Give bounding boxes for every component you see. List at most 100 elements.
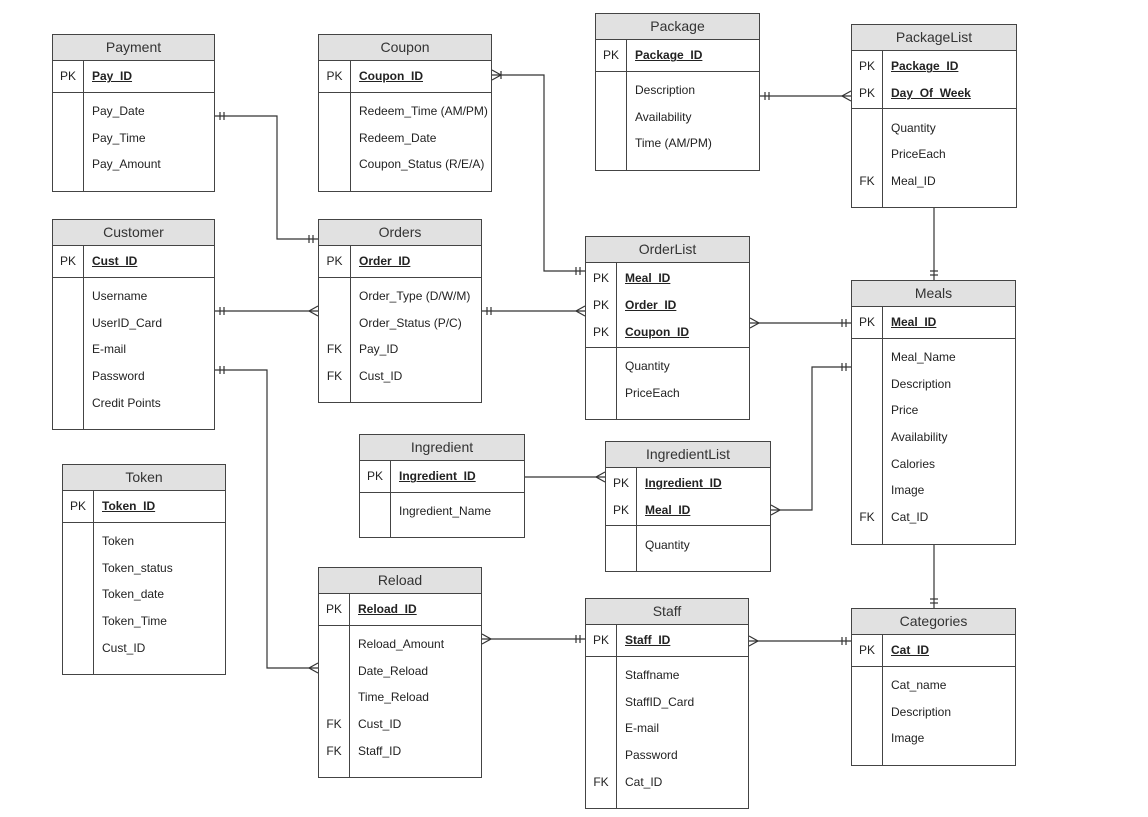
field-name: Meal_ID (891, 174, 936, 189)
attribute-row[interactable]: PriceEach (586, 380, 749, 407)
key-section: PK Pay_ID (53, 61, 214, 93)
attribute-row[interactable]: Token_status (63, 554, 225, 581)
key-row[interactable]: PK Order_ID (319, 248, 481, 275)
entity-categories[interactable]: Categories PK Cat_ID Cat_name Description Ima… (851, 608, 1016, 766)
attribute-row[interactable]: Credit Points (53, 389, 214, 416)
key-row[interactable]: PK Coupon_ID (586, 318, 749, 345)
attribute-row[interactable]: Reload_Amount (319, 631, 481, 658)
key-type-label: PK (602, 48, 619, 63)
attribute-row[interactable]: PriceEach (852, 141, 1016, 168)
attribute-row[interactable]: Pay_Amount (53, 151, 214, 178)
key-row[interactable]: PK Meal_ID (606, 497, 770, 524)
key-row[interactable]: PK Day_Of_Week (852, 80, 1016, 107)
attribute-row[interactable]: FK Pay_ID (319, 336, 481, 363)
rel-ingredientlist-meals (771, 366, 851, 511)
key-row[interactable]: PK Cust_ID (53, 248, 214, 275)
attribute-row[interactable]: Coupon_Status (R/E/A) (319, 151, 491, 178)
entity-meals[interactable]: Meals PK Meal_ID Meal_Name Description Price A… (851, 280, 1016, 545)
field-name: Price (891, 403, 919, 418)
attribute-row[interactable]: UserID_Card (53, 309, 214, 336)
attribute-row[interactable]: Quantity (606, 531, 770, 558)
attribute-row[interactable]: Description (852, 370, 1015, 397)
entity-package[interactable]: Package PK Package_ID Description Availabili… (595, 13, 760, 171)
column-divider (390, 461, 391, 492)
field-name: Order_ID (359, 254, 411, 269)
attribute-row[interactable]: Order_Type (D/W/M) (319, 283, 481, 310)
attribute-row[interactable]: Time_Reload (319, 684, 481, 711)
attribute-row[interactable]: Time (AM/PM) (596, 130, 759, 157)
attribute-row[interactable]: Availability (596, 103, 759, 130)
field-name: Meal_ID (891, 315, 937, 330)
field-name: E-mail (92, 342, 127, 357)
key-row[interactable]: PK Package_ID (852, 53, 1016, 80)
attribute-row[interactable]: Availability (852, 424, 1015, 451)
attribute-row[interactable]: FK Cust_ID (319, 363, 481, 390)
attribute-row[interactable]: E-mail (586, 715, 748, 742)
key-row[interactable]: PK Cat_ID (852, 637, 1015, 664)
entity-title: Meals (852, 281, 1015, 307)
entity-orderlist[interactable]: OrderList PK Meal_ID PK Order_ID PK Coupon_ID Q… (585, 236, 750, 421)
entity-coupon[interactable]: Coupon PK Coupon_ID Redeem_Time (AM/PM) Rede… (318, 34, 492, 192)
attribute-row[interactable]: Pay_Date (53, 98, 214, 125)
attribute-row[interactable]: Price (852, 397, 1015, 424)
attribute-row[interactable]: Password (53, 363, 214, 390)
attribute-row[interactable]: Image (852, 725, 1015, 752)
attribute-row[interactable]: Description (596, 77, 759, 104)
attribute-row[interactable]: Cat_name (852, 672, 1015, 699)
column-divider (616, 656, 617, 809)
attribute-row[interactable]: Image (852, 477, 1015, 504)
crows-foot-many-marker (481, 633, 493, 645)
attribute-row[interactable]: FK Cat_ID (586, 768, 748, 795)
attribute-row[interactable]: Calories (852, 450, 1015, 477)
key-type-label: FK (326, 342, 343, 357)
key-row[interactable]: PK Pay_ID (53, 63, 214, 90)
attribute-row[interactable]: Token_Time (63, 608, 225, 635)
attribute-row[interactable]: Pay_Time (53, 124, 214, 151)
attribute-row[interactable]: StaffID_Card (586, 688, 748, 715)
attribute-row[interactable]: Username (53, 283, 214, 310)
attribute-row[interactable]: Quantity (586, 353, 749, 380)
entity-ingredientlist[interactable]: IngredientList PK Ingredient_ID PK Meal_ID Qu… (605, 441, 771, 573)
attribute-row[interactable]: Description (852, 698, 1015, 725)
attribute-row[interactable]: FK Meal_ID (852, 168, 1016, 195)
entity-reload[interactable]: Reload PK Reload_ID Reload_Amount Date_Reloa… (318, 567, 482, 779)
attribute-row[interactable]: Token (63, 528, 225, 555)
attribute-row[interactable]: Order_Status (P/C) (319, 309, 481, 336)
attribute-row[interactable]: FK Staff_ID (319, 737, 481, 764)
attribute-row[interactable]: Quantity (852, 114, 1016, 141)
entity-payment[interactable]: Payment PK Pay_ID Pay_Date Pay_Time Pay_Amoun… (52, 34, 215, 192)
attribute-row[interactable]: Date_Reload (319, 657, 481, 684)
attribute-row[interactable]: Redeem_Date (319, 124, 491, 151)
attribute-row[interactable]: Ingredient_Name (360, 498, 524, 525)
key-row[interactable]: PK Reload_ID (319, 596, 481, 623)
key-row[interactable]: PK Ingredient_ID (360, 463, 524, 490)
key-section: PK Meal_ID PK Order_ID PK Coupon_ID (586, 263, 749, 349)
attribute-section: Quantity (606, 526, 770, 572)
field-name: Token_ID (102, 499, 156, 514)
entity-customer[interactable]: Customer PK Cust_ID Username UserID_Card E-ma… (52, 219, 215, 431)
entity-ingredient[interactable]: Ingredient PK Ingredient_ID Ingredient_Name (359, 434, 525, 539)
key-row[interactable]: PK Token_ID (63, 493, 225, 520)
attribute-row[interactable]: Meal_Name (852, 344, 1015, 371)
attribute-row[interactable]: E-mail (53, 336, 214, 363)
attribute-row[interactable]: Password (586, 742, 748, 769)
key-row[interactable]: PK Meal_ID (586, 265, 749, 292)
entity-staff[interactable]: Staff PK Staff_ID Staffname StaffID_Card E-ma… (585, 598, 749, 810)
key-section: PK Package_ID PK Day_Of_Week (852, 51, 1016, 110)
key-row[interactable]: PK Package_ID (596, 42, 759, 69)
key-row[interactable]: PK Coupon_ID (319, 63, 491, 90)
entity-packagelist[interactable]: PackageList PK Package_ID PK Day_Of_Week Quan… (851, 24, 1017, 209)
field-name: Image (891, 731, 925, 746)
key-row[interactable]: PK Order_ID (586, 292, 749, 319)
key-row[interactable]: PK Meal_ID (852, 309, 1015, 336)
entity-token[interactable]: Token PK Token_ID Token Token_status Token_da… (62, 464, 226, 676)
attribute-row[interactable]: FK Cust_ID (319, 711, 481, 738)
attribute-row[interactable]: Staffname (586, 662, 748, 689)
entity-orders[interactable]: Orders PK Order_ID Order_Type (D/W/M) Order_… (318, 219, 482, 404)
key-row[interactable]: PK Staff_ID (586, 627, 748, 654)
attribute-row[interactable]: Redeem_Time (AM/PM) (319, 98, 491, 125)
attribute-row[interactable]: Token_date (63, 581, 225, 608)
attribute-row[interactable]: Cust_ID (63, 634, 225, 661)
key-row[interactable]: PK Ingredient_ID (606, 470, 770, 497)
attribute-row[interactable]: FK Cat_ID (852, 504, 1015, 531)
